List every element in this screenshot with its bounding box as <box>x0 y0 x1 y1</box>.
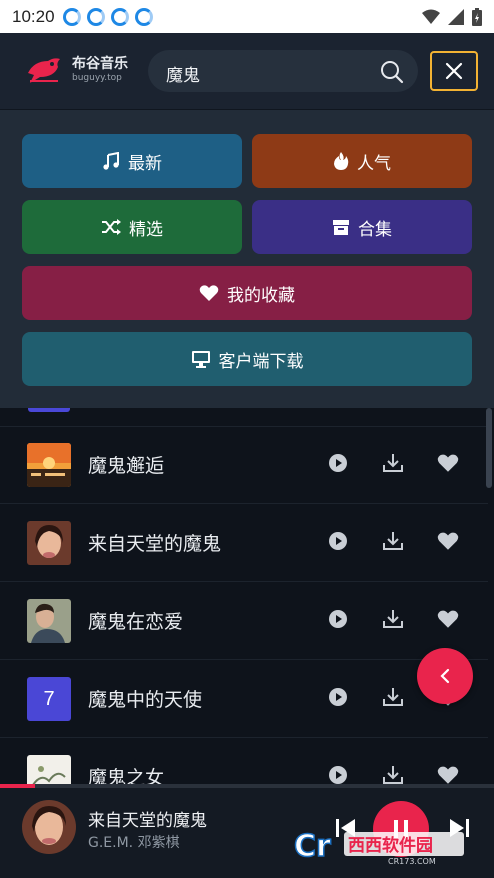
song-title: 魔鬼邂逅 <box>88 455 165 477</box>
search-icon[interactable] <box>380 60 404 84</box>
download-icon[interactable] <box>382 609 404 629</box>
client-download-label: 客户端下载 <box>218 351 304 372</box>
selected-label: 精选 <box>129 219 163 240</box>
play-icon[interactable] <box>328 531 348 551</box>
song-title: 来自天堂的魔鬼 <box>88 533 222 555</box>
bird-logo-icon <box>28 58 60 83</box>
popular-button[interactable]: 人气 <box>252 134 472 188</box>
song-list: 魔鬼邂逅 来自天堂的魔鬼 魔鬼在恋爱 7 魔鬼中的天使 魔鬼之女 <box>0 408 494 784</box>
search-input[interactable]: 魔鬼 <box>166 61 200 86</box>
play-icon[interactable] <box>328 765 348 784</box>
fire-icon <box>334 152 349 170</box>
song-badge-number: 7 <box>43 687 55 710</box>
status-bar: 10:20 <box>0 0 494 33</box>
favorites-button[interactable]: 我的收藏 <box>22 266 472 320</box>
play-icon[interactable] <box>328 453 348 473</box>
now-playing-artist: G.E.M. 邓紫棋 <box>88 835 180 851</box>
song-cover <box>27 521 71 565</box>
site-watermark-logo: Cr 西西软件园 CR173.COM <box>292 826 472 866</box>
download-icon[interactable] <box>382 765 404 784</box>
music-note-icon <box>103 152 119 170</box>
wifi-icon <box>422 9 440 24</box>
song-cover-peek <box>28 408 70 412</box>
play-icon[interactable] <box>328 609 348 629</box>
notification-icon <box>134 7 153 26</box>
heart-icon[interactable] <box>437 453 459 473</box>
song-row[interactable]: 来自天堂的魔鬼 <box>0 505 488 582</box>
client-download-button[interactable]: 客户端下载 <box>22 332 472 386</box>
logo-domain: buguyy.top <box>72 73 122 83</box>
notification-icon <box>110 7 129 26</box>
shuffle-icon <box>102 219 121 235</box>
latest-label: 最新 <box>128 153 162 174</box>
song-title: 魔鬼在恋爱 <box>88 611 184 633</box>
battery-icon <box>472 7 482 26</box>
download-icon[interactable] <box>382 531 404 551</box>
heart-icon[interactable] <box>437 609 459 629</box>
heart-icon[interactable] <box>437 765 459 784</box>
now-playing-cover[interactable] <box>22 800 76 854</box>
heart-icon <box>199 285 219 301</box>
popular-label: 人气 <box>357 153 391 174</box>
app-logo[interactable]: 布谷音乐 buguyy.top <box>24 53 128 87</box>
latest-button[interactable]: 最新 <box>22 134 242 188</box>
song-cover <box>27 599 71 643</box>
status-time: 10:20 <box>12 6 55 26</box>
watermark-domain: CR173.COM <box>388 857 436 866</box>
collection-label: 合集 <box>358 219 392 240</box>
signal-icon <box>448 8 464 25</box>
song-row[interactable]: 魔鬼邂逅 <box>0 427 488 504</box>
song-row[interactable]: 7 魔鬼中的天使 <box>0 661 488 738</box>
progress-track[interactable] <box>0 784 494 788</box>
song-cover <box>27 755 71 784</box>
watermark-brand: 西西软件园 <box>348 835 433 856</box>
chevron-left-icon <box>440 668 450 684</box>
logo-title: 布谷音乐 <box>72 56 128 72</box>
song-row[interactable]: 魔鬼在恋爱 <box>0 583 488 660</box>
list-scrollbar[interactable] <box>486 408 492 488</box>
collection-button[interactable]: 合集 <box>252 200 472 254</box>
heart-icon[interactable] <box>437 531 459 551</box>
category-menu: 最新 人气 精选 合集 我的收藏 客户端下载 <box>0 110 494 408</box>
app-header: 布谷音乐 buguyy.top 魔鬼 <box>0 33 494 110</box>
notification-icon <box>86 7 105 26</box>
desktop-icon <box>191 351 210 368</box>
play-icon[interactable] <box>328 687 348 707</box>
selected-button[interactable]: 精选 <box>22 200 242 254</box>
close-icon <box>445 62 463 80</box>
collapse-button[interactable] <box>417 648 473 704</box>
close-menu-button[interactable] <box>430 51 478 91</box>
notification-icons <box>62 7 153 26</box>
progress-fill <box>0 784 35 788</box>
search-bar[interactable]: 魔鬼 <box>148 50 418 92</box>
download-icon[interactable] <box>382 453 404 473</box>
song-cover <box>27 443 71 487</box>
song-title: 魔鬼之女 <box>88 767 165 784</box>
svg-text:Cr: Cr <box>294 829 331 864</box>
song-row[interactable]: 魔鬼之女 <box>0 739 488 784</box>
now-playing-title: 来自天堂的魔鬼 <box>88 811 207 831</box>
song-title: 魔鬼中的天使 <box>88 689 203 711</box>
favorites-label: 我的收藏 <box>227 285 295 306</box>
song-number-badge: 7 <box>27 677 71 721</box>
box-icon <box>333 220 349 235</box>
download-icon[interactable] <box>382 687 404 707</box>
notification-icon <box>62 7 81 26</box>
